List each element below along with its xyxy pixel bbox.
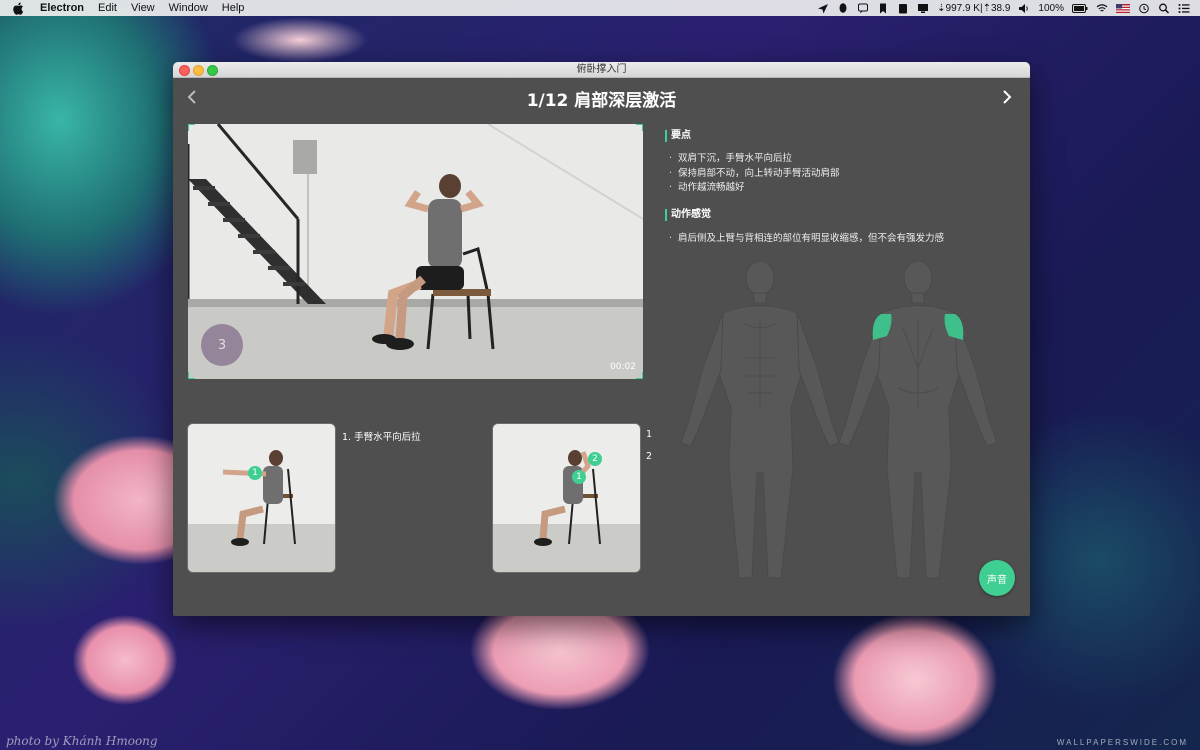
sound-button[interactable]: 声音 (979, 560, 1015, 596)
monitor-icon[interactable] (917, 3, 929, 14)
us-flag-icon[interactable] (1116, 3, 1130, 14)
bookmark-icon[interactable] (877, 3, 889, 14)
step-thumbnail-2[interactable]: 1 2 (492, 423, 641, 573)
feeling-list: 肩后侧及上臂与背相连的部位有明显收缩感，但不会有强发力感 (669, 232, 944, 247)
feeling-item: 肩后侧及上臂与背相连的部位有明显收缩感，但不会有强发力感 (669, 232, 944, 247)
key-points-heading: 要点 (665, 130, 691, 142)
chat-icon[interactable] (857, 3, 869, 14)
video-frame-image (188, 124, 643, 379)
window-close-button[interactable] (179, 65, 190, 76)
key-point-item: 双肩下沉，手臂水平向后拉 (669, 152, 840, 167)
muscle-map (680, 260, 998, 579)
photo-signature: photo by Khánh Hmoong (6, 734, 158, 748)
step-2-label-line-2: 2 (646, 451, 653, 462)
apple-icon[interactable] (13, 1, 26, 15)
step-thumbnail-1[interactable]: 1 (187, 423, 336, 573)
window-minimize-button[interactable] (193, 65, 204, 76)
frame-corner-bottom-left (188, 372, 195, 379)
feeling-heading: 动作感觉 (665, 209, 711, 221)
window-titlebar[interactable]: 俯卧撑入门 (173, 62, 1030, 78)
menu-help[interactable]: Help (222, 2, 245, 14)
network-speed[interactable]: ⇣997.9 K|⇡38.9 (937, 3, 1010, 14)
frame-corner-bottom-right (636, 372, 643, 379)
spotlight-search-icon[interactable] (1158, 3, 1170, 14)
menu-view[interactable]: View (131, 2, 155, 14)
battery-percent[interactable]: 100% (1038, 3, 1064, 14)
app-window: 俯卧撑入门 1/12 肩部深层激活 3 00:02 要点 · 双肩下沉，手臂水平… (173, 62, 1030, 616)
clipboard-icon[interactable] (897, 3, 909, 14)
exercise-header: 1/12 肩部深层激活 (173, 78, 1030, 118)
step-1-image (188, 424, 335, 572)
key-point-item: 动作越流畅越好 (669, 181, 840, 196)
next-exercise-button[interactable] (1000, 88, 1014, 106)
window-title: 俯卧撑入门 (576, 64, 627, 75)
step-marker-badge: 1 (248, 466, 262, 480)
key-points-list: 双肩下沉，手臂水平向后拉 保持肩部不动，向上转动手臂活动肩部 动作越流畅越好 (669, 152, 840, 196)
step-2-label-line-1: 1 (646, 429, 653, 440)
time-machine-icon[interactable] (1138, 3, 1150, 14)
step-marker-badge: 1 (572, 470, 586, 484)
menu-app-name[interactable]: Electron (40, 2, 84, 14)
exercise-video[interactable]: 3 00:02 (188, 124, 643, 379)
location-arrow-icon (817, 3, 829, 14)
notification-center-icon[interactable] (1178, 3, 1190, 14)
menu-window[interactable]: Window (169, 2, 208, 14)
wallpaper-site-watermark: WALLPAPERSWIDE.COM (1056, 738, 1188, 747)
menu-edit[interactable]: Edit (98, 2, 117, 14)
chevron-right-icon (1003, 90, 1012, 104)
step-1-label: 1. 手臂水平向后拉 (342, 432, 421, 443)
exercise-title: 1/12 肩部深层激活 (526, 91, 677, 111)
frame-corner-top-left (188, 124, 195, 131)
video-timestamp: 00:02 (610, 362, 636, 372)
wifi-icon[interactable] (1096, 3, 1108, 14)
step-marker-badge: 2 (588, 452, 602, 466)
battery-icon[interactable] (1072, 3, 1088, 14)
rep-countdown-badge: 3 (201, 324, 243, 366)
volume-icon[interactable] (1018, 3, 1030, 14)
key-point-item: 保持肩部不动，向上转动手臂活动肩部 (669, 167, 840, 182)
window-maximize-button[interactable] (207, 65, 218, 76)
step-2-image (493, 424, 640, 572)
frame-corner-top-right (636, 124, 643, 131)
menu-bar: Electron Edit View Window Help ⇣997.9 K|… (0, 0, 1200, 16)
qq-penguin-icon[interactable] (837, 2, 849, 14)
